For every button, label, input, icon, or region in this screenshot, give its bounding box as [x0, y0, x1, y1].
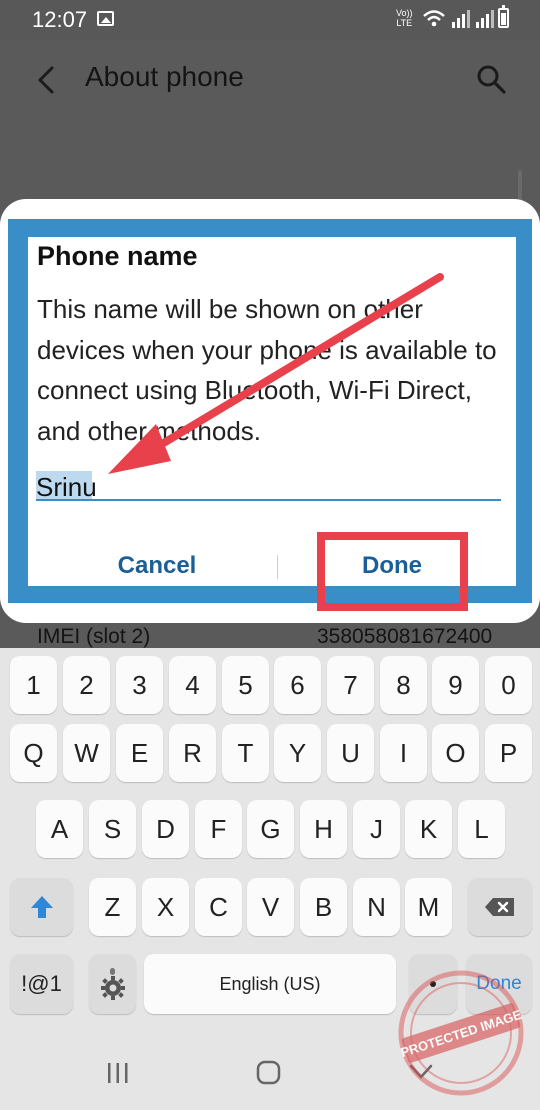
back-arrow-icon[interactable]: [32, 62, 64, 98]
key-q[interactable]: Q: [10, 724, 57, 782]
space-key[interactable]: English (US): [144, 954, 396, 1014]
settings-key[interactable]: [89, 954, 136, 1014]
key-2[interactable]: 2: [63, 656, 110, 714]
app-bar: About phone: [0, 40, 540, 120]
imei-row: IMEI (slot 2) 358058081672400: [0, 623, 540, 649]
shift-key[interactable]: [10, 878, 73, 936]
key-9[interactable]: 9: [432, 656, 479, 714]
key-8[interactable]: 8: [380, 656, 427, 714]
volte-icon: Vo)) LTE: [396, 8, 413, 28]
key-f[interactable]: F: [195, 800, 242, 858]
key-k[interactable]: K: [405, 800, 452, 858]
search-icon[interactable]: [474, 62, 508, 96]
svg-text:PROTECTED IMAGE: PROTECTED IMAGE: [399, 1007, 524, 1060]
key-0[interactable]: 0: [485, 656, 532, 714]
key-b[interactable]: B: [300, 878, 347, 936]
protected-image-watermark: PROTECTED IMAGE: [398, 970, 524, 1096]
key-z[interactable]: Z: [89, 878, 136, 936]
backspace-key[interactable]: [468, 878, 532, 936]
battery-icon: [498, 5, 509, 28]
home-icon[interactable]: [256, 1060, 282, 1086]
key-w[interactable]: W: [63, 724, 110, 782]
key-3[interactable]: 3: [116, 656, 163, 714]
key-e[interactable]: E: [116, 724, 163, 782]
dialog-highlight-border: Phone name This name will be shown on ot…: [8, 219, 532, 603]
signal-wifi-icons: [423, 10, 494, 28]
cancel-button[interactable]: Cancel: [48, 541, 266, 591]
backspace-icon: [485, 898, 514, 916]
key-i[interactable]: I: [380, 724, 427, 782]
key-c[interactable]: C: [195, 878, 242, 936]
key-6[interactable]: 6: [274, 656, 321, 714]
status-bar: 12:07 Vo)) LTE: [0, 0, 540, 40]
imei-label: IMEI (slot 2): [37, 625, 151, 648]
symbols-key[interactable]: !@1: [10, 954, 73, 1014]
done-button[interactable]: Done: [310, 541, 474, 591]
dialog-message: This name will be shown on other devices…: [37, 294, 497, 446]
key-4[interactable]: 4: [169, 656, 216, 714]
phone-name-dialog: Phone name This name will be shown on ot…: [0, 199, 540, 623]
settings-gear-icon: [100, 968, 125, 1000]
key-7[interactable]: 7: [327, 656, 374, 714]
key-v[interactable]: V: [247, 878, 294, 936]
key-j[interactable]: J: [353, 800, 400, 858]
key-p[interactable]: P: [485, 724, 532, 782]
key-o[interactable]: O: [432, 724, 479, 782]
key-t[interactable]: T: [222, 724, 269, 782]
key-l[interactable]: L: [458, 800, 505, 858]
button-divider: [277, 555, 278, 579]
status-time: 12:07: [32, 7, 88, 32]
dialog-title: Phone name: [37, 241, 198, 271]
key-r[interactable]: R: [169, 724, 216, 782]
shift-arrow-icon: [30, 896, 53, 918]
key-y[interactable]: Y: [274, 724, 321, 782]
gallery-notification-icon: [97, 11, 114, 26]
key-1[interactable]: 1: [10, 656, 57, 714]
key-d[interactable]: D: [142, 800, 189, 858]
key-h[interactable]: H: [300, 800, 347, 858]
key-5[interactable]: 5: [222, 656, 269, 714]
key-u[interactable]: U: [327, 724, 374, 782]
recent-apps-icon[interactable]: [106, 1062, 130, 1084]
page-title: About phone: [85, 61, 244, 92]
key-x[interactable]: X: [142, 878, 189, 936]
imei-value: 358058081672400: [317, 625, 493, 648]
key-n[interactable]: N: [353, 878, 400, 936]
key-m[interactable]: M: [405, 878, 452, 936]
key-s[interactable]: S: [89, 800, 136, 858]
phone-name-input[interactable]: [36, 467, 501, 501]
key-a[interactable]: A: [36, 800, 83, 858]
key-g[interactable]: G: [247, 800, 294, 858]
